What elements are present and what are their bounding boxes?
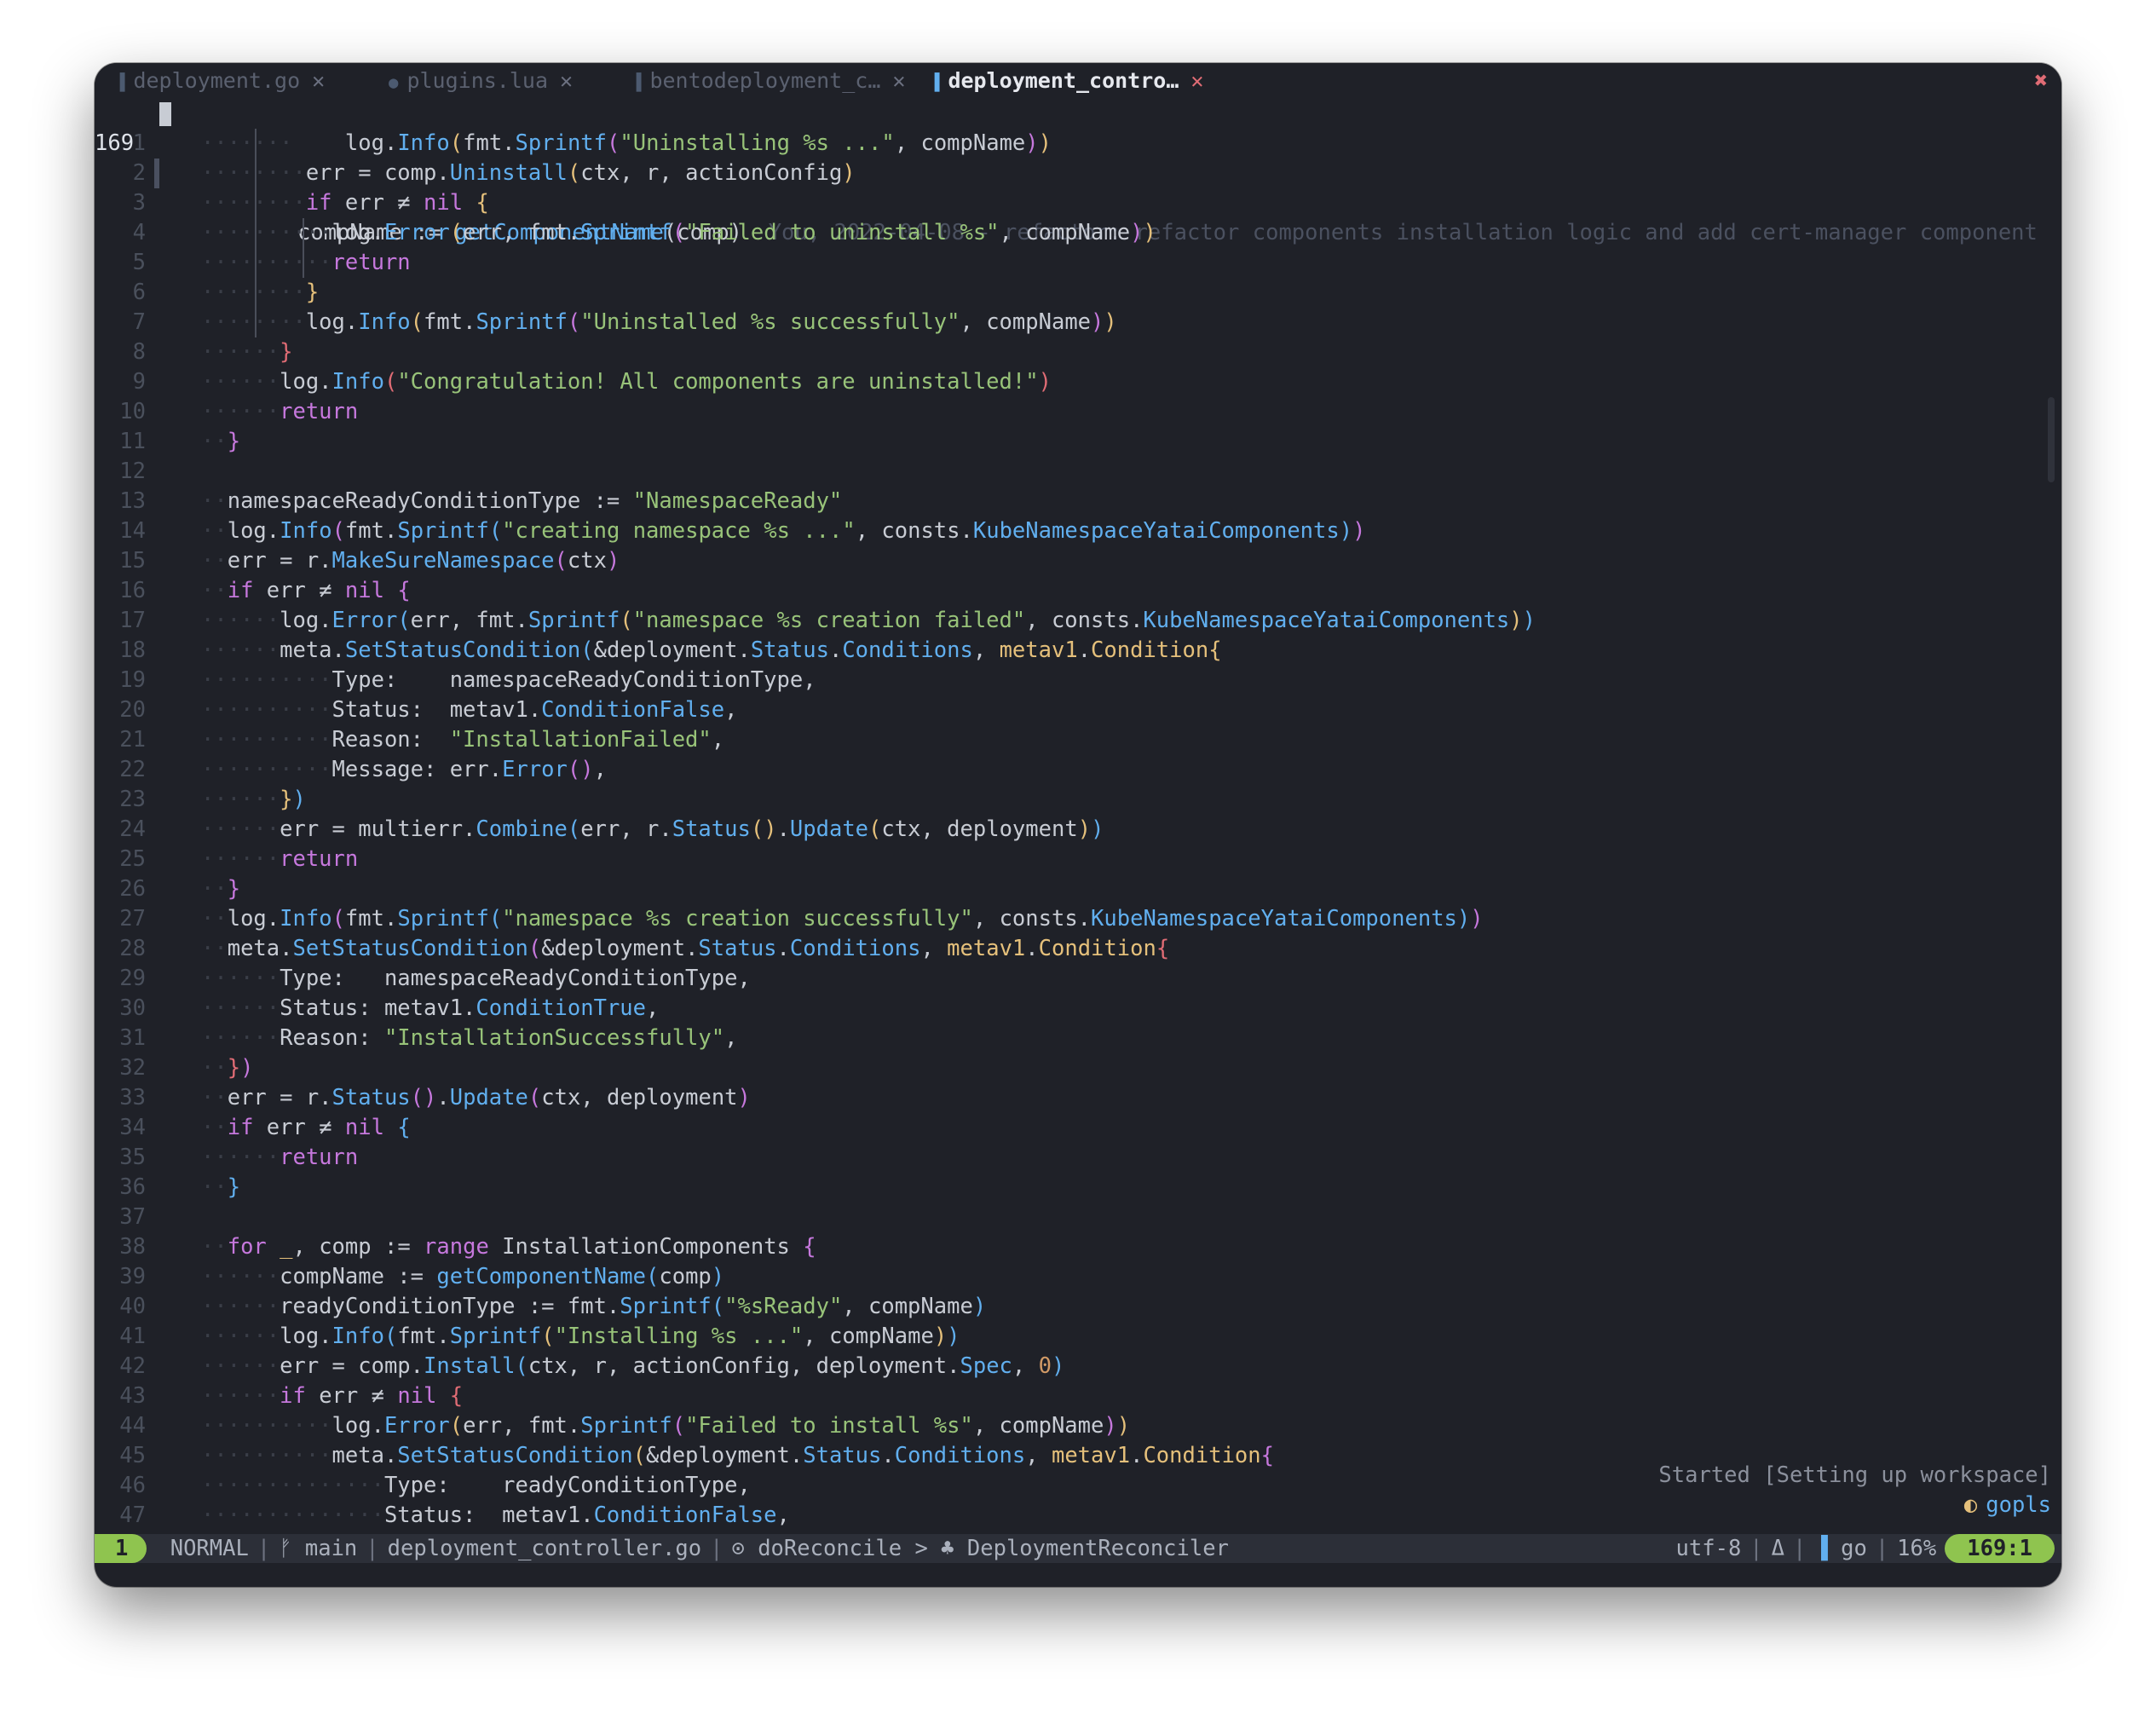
code-line[interactable]: 39 ······compName := getComponentName(com… (95, 1262, 2061, 1292)
mode-indicator: NORMAL (170, 1536, 249, 1561)
code-line[interactable]: 21 ··········Reason: "InstallationFailed"… (95, 725, 2061, 755)
code-line[interactable]: 7 ········ log.Info(fmt.Sprintf("Uninstall… (95, 308, 2061, 337)
tab-deployment-go[interactable]: ▐ deployment.go ✕ (115, 63, 325, 99)
code-line[interactable]: 33 ··err = r.Status().Update(ctx, deploym… (95, 1083, 2061, 1113)
code-line[interactable]: 30 ······Status: metav1.ConditionTrue, (95, 994, 2061, 1024)
go-file-icon: ▐ (115, 73, 125, 92)
file-encoding: utf-8 (1675, 1536, 1742, 1561)
scroll-percent: 16% (1897, 1536, 1937, 1561)
tab-bar: ▐ deployment.go ✕ ● plugins.lua ✕ ▐ bentodepl… (95, 63, 2061, 99)
go-file-icon: ▐ (930, 73, 940, 92)
code-line[interactable]: 14 ··log.Info(fmt.Sprintf("creating names… (95, 516, 2061, 546)
moon-icon: ◐ (1963, 1492, 1978, 1518)
code-line[interactable]: 47 ··············Status: metav1.Condition… (95, 1501, 2061, 1531)
breadcrumb-function: doReconcile (758, 1536, 902, 1561)
scrollbar[interactable] (2048, 397, 2055, 482)
code-line-current[interactable]: 169 compName := getComponentName(comp) Y… (95, 99, 2061, 245)
go-file-icon: ▐ (631, 73, 642, 92)
tab-plugins-lua[interactable]: ● plugins.lua ✕ (389, 63, 573, 99)
tab-bentodeployment[interactable]: ▐ bentodeployment_c… ✕ (631, 63, 905, 99)
code-line[interactable]: 29 ······Type: namespaceReadyConditionTyp… (95, 964, 2061, 994)
code-line[interactable]: 4 ·········· log.Error(err, fmt.Sprintf("F… (95, 218, 2061, 248)
code-line[interactable]: 20 ··········Status: metav1.ConditionFals… (95, 695, 2061, 725)
tab-close-icon[interactable]: ✕ (892, 68, 905, 93)
code-line[interactable]: 32 ··}) (95, 1053, 2061, 1083)
code-line[interactable]: 13 ··namespaceReadyConditionType := "Name… (95, 487, 2061, 516)
code-line[interactable]: 2 ········ err = comp.Uninstall(ctx, r, ac… (95, 159, 2061, 188)
code-line[interactable]: 18 ······meta.SetStatusCondition(&deploym… (95, 636, 2061, 666)
git-branch-icon: ᚠ (279, 1536, 292, 1561)
code-line[interactable]: 37 (95, 1203, 2061, 1232)
code-line[interactable]: 1 ···· ··· log.Info(fmt.Sprintf("Uninstall… (95, 129, 2061, 159)
lsp-server: ◐ gopls (1963, 1492, 2051, 1518)
code-line[interactable]: 22 ··········Message: err.Error(), (95, 755, 2061, 785)
code-line[interactable]: 38 ··for _, comp := range InstallationCom… (95, 1232, 2061, 1262)
code-line[interactable]: 28 ··meta.SetStatusCondition(&deployment.… (95, 934, 2061, 964)
code-line[interactable]: 34 ··if err ≠ nil { (95, 1113, 2061, 1143)
code-line[interactable]: 17 ······log.Error(err, fmt.Sprintf("name… (95, 606, 2061, 636)
code-line[interactable]: 6 ········} (95, 278, 2061, 308)
code-line[interactable]: 35 ······return (95, 1143, 2061, 1173)
close-window-icon[interactable]: ✖ (2034, 63, 2048, 99)
code-line[interactable]: 26 ··} (95, 874, 2061, 904)
tab-deployment-controller[interactable]: ▐ deployment_contro… ✕ (930, 63, 1203, 99)
code-line[interactable]: 36 ··} (95, 1173, 2061, 1203)
code-line[interactable]: 3 ········ if err ≠ nil { (95, 188, 2061, 218)
lsp-progress-message: Started [Setting up workspace] (1658, 1462, 2051, 1488)
diff-icon: Δ (1771, 1536, 1785, 1561)
code-line[interactable]: 24 ······err = multierr.Combine(err, r.St… (95, 815, 2061, 845)
file-name: deployment_controller.go (387, 1536, 702, 1561)
code-line[interactable]: 10 ······return (95, 397, 2061, 427)
code-line[interactable]: 9 ······log.Info("Congratulation! All com… (95, 367, 2061, 397)
code-line[interactable]: 5 ·········· return (95, 248, 2061, 278)
tab-close-icon[interactable]: ✕ (312, 68, 325, 93)
code-line[interactable]: 31 ······Reason: "InstallationSuccessfull… (95, 1024, 2061, 1053)
code-line[interactable]: 12 (95, 457, 2061, 487)
code-line[interactable]: 15 ··err = r.MakeSureNamespace(ctx) (95, 546, 2061, 576)
tab-close-icon[interactable]: ✕ (1190, 68, 1203, 93)
editor-window: ▐ deployment.go ✕ ● plugins.lua ✕ ▐ bentodepl… (95, 63, 2061, 1587)
cursor-position: 169:1 (1945, 1534, 2055, 1563)
buffer-number: 1 (95, 1534, 147, 1563)
git-branch: main (304, 1536, 358, 1561)
go-file-icon: ▐ (1814, 1536, 1828, 1561)
code-line[interactable]: 8 ······} (95, 337, 2061, 367)
code-line[interactable]: 16 ··if err ≠ nil { (95, 576, 2061, 606)
file-type: go (1841, 1536, 1867, 1561)
cursor (159, 102, 171, 126)
lua-file-icon: ● (389, 73, 399, 92)
breadcrumb-separator: > (914, 1536, 928, 1561)
code-line[interactable]: 43 ······if err ≠ nil { (95, 1381, 2061, 1411)
code-line[interactable]: 44 ··········log.Error(err, fmt.Sprintf("… (95, 1411, 2061, 1441)
tab-close-icon[interactable]: ✕ (560, 68, 573, 93)
code-line[interactable]: 23 ······}) (95, 785, 2061, 815)
status-line: 1 NORMAL | ᚠ main | deployment_controller.go… (95, 1534, 2061, 1563)
code-line[interactable]: 27 ··log.Info(fmt.Sprintf("namespace %s c… (95, 904, 2061, 934)
function-icon: ⊙ (731, 1536, 745, 1561)
code-line[interactable]: 19 ··········Type: namespaceReadyConditio… (95, 666, 2061, 695)
code-line[interactable]: 41 ······log.Info(fmt.Sprintf("Installing… (95, 1322, 2061, 1352)
code-line[interactable]: 25 ······return (95, 845, 2061, 874)
struct-icon: ♣ (941, 1536, 954, 1561)
code-editor[interactable]: 169 compName := getComponentName(comp) Y… (95, 99, 2061, 1565)
code-line[interactable]: 42 ······err = comp.Install(ctx, r, actio… (95, 1352, 2061, 1381)
code-line[interactable]: 40 ······readyConditionType := fmt.Sprint… (95, 1292, 2061, 1322)
breadcrumb-type: DeploymentReconciler (966, 1536, 1229, 1561)
code-line[interactable]: 11 ··} (95, 427, 2061, 457)
